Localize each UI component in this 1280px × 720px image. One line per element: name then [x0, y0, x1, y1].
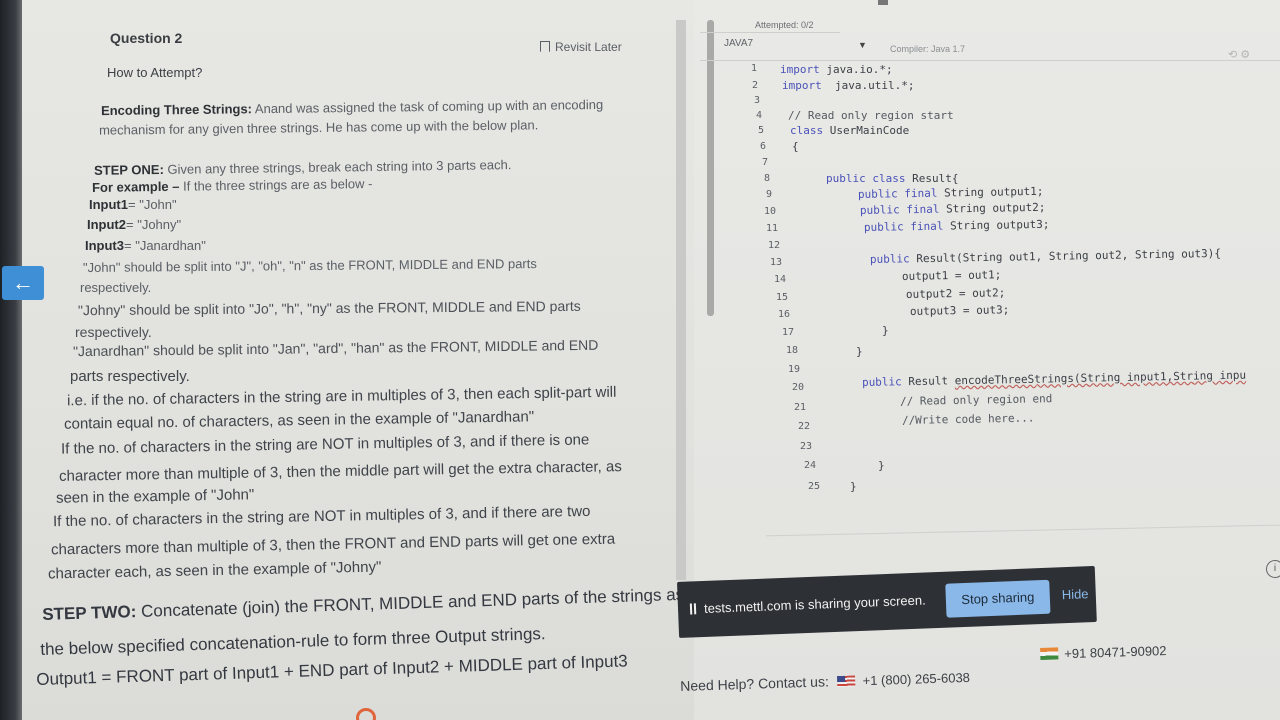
step-one-label: STEP ONE: — [93, 161, 164, 178]
problem-heading-bold: Encoding Three Strings: — [100, 101, 253, 119]
how-to-attempt-link[interactable]: How to Attempt? — [107, 65, 202, 80]
line-number: 3 — [753, 95, 760, 106]
chevron-down-icon[interactable]: ▼ — [858, 40, 867, 50]
line-number: 12 — [767, 240, 780, 251]
code-line: } — [856, 345, 863, 358]
hide-button[interactable]: Hide — [1061, 586, 1088, 602]
panel-divider[interactable] — [676, 20, 686, 580]
input3-value: = "Janardhan" — [124, 238, 206, 253]
code-line: //Write code here... — [901, 411, 1035, 427]
explanation-line: parts respectively. — [70, 368, 190, 385]
line-number: 18 — [785, 345, 798, 356]
code-line: } — [878, 459, 885, 472]
us-flag-icon — [836, 675, 855, 688]
line-number: 13 — [769, 257, 782, 268]
top-indicator — [878, 0, 888, 5]
line-number: 22 — [797, 421, 810, 432]
input3-label: Input3 — [85, 238, 124, 253]
line-number: 25 — [807, 481, 820, 492]
arrow-left-icon: ← — [12, 270, 34, 295]
line-number: 23 — [799, 441, 812, 452]
explanation-line: respectively. — [75, 324, 152, 340]
toolbar-divider — [700, 60, 1280, 61]
line-number: 20 — [791, 382, 804, 393]
info-icon[interactable]: i — [1266, 560, 1280, 578]
revisit-later-button[interactable]: Revisit Later — [540, 40, 622, 54]
line-number: 15 — [775, 292, 788, 303]
stop-sharing-button[interactable]: Stop sharing — [945, 579, 1051, 618]
compiler-label: Compiler: Java 1.7 — [890, 44, 966, 54]
code-line: output2 = out2; — [905, 286, 1006, 301]
example-label: For example – — [91, 178, 180, 195]
input1-label: Input1 — [89, 197, 128, 212]
code-line: public class Result{ — [826, 172, 959, 185]
revisit-later-label: Revisit Later — [555, 40, 622, 54]
line-number: 7 — [761, 157, 768, 168]
share-message: tests.mettl.com is sharing your screen. — [689, 592, 926, 616]
code-line: { — [792, 140, 799, 153]
input1-value: = "John" — [128, 197, 177, 212]
line-number: 21 — [793, 402, 806, 413]
pause-icon — [689, 603, 697, 615]
example-text: If the three strings are as below - — [179, 176, 373, 194]
screen-bezel — [0, 0, 22, 720]
india-phone[interactable]: +91 80471-90902 — [1064, 643, 1167, 661]
line-number: 24 — [803, 460, 816, 471]
language-select[interactable]: JAVA7 — [724, 38, 753, 49]
question-scrollbar[interactable] — [707, 20, 714, 316]
line-number: 11 — [765, 223, 778, 234]
input2-value: = "Johny" — [126, 217, 182, 232]
back-button[interactable]: ← — [2, 266, 44, 300]
india-flag-icon — [1040, 647, 1059, 660]
line-number: 4 — [755, 110, 762, 121]
input2-line: Input2= "Johny" — [87, 217, 181, 232]
line-number: 16 — [777, 309, 790, 320]
line-number: 8 — [763, 173, 770, 184]
code-line: class UserMainCode — [790, 124, 910, 137]
line-number: 2 — [751, 80, 758, 91]
share-message-text: tests.mettl.com is sharing your screen. — [703, 592, 926, 616]
code-line: } — [850, 480, 857, 493]
line-number: 17 — [781, 327, 794, 338]
header-divider — [700, 32, 840, 33]
line-number: 14 — [773, 274, 786, 285]
line-number: 6 — [759, 141, 766, 152]
line-number: 1 — [750, 63, 757, 74]
line-number: 10 — [763, 206, 776, 217]
code-line: output3 = out3; — [909, 303, 1010, 318]
code-line: } — [882, 324, 889, 337]
line-number: 19 — [787, 364, 800, 375]
line-number: 9 — [765, 189, 772, 200]
line-number: 5 — [757, 125, 764, 136]
question-title: Question 2 — [110, 30, 183, 46]
step-two-label: STEP TWO: — [42, 602, 137, 624]
code-line: // Read only region start — [788, 109, 954, 122]
attempted-counter: Attempted: 0/2 — [755, 20, 814, 30]
input3-line: Input3= "Janardhan" — [85, 238, 206, 253]
explanation-line: seen in the example of "John" — [55, 486, 255, 507]
explanation-line: respectively. — [80, 280, 152, 295]
code-line: output1 = out1; — [901, 268, 1002, 283]
code-line: import java.io.*; — [780, 63, 893, 76]
code-line: import java.util.*; — [782, 79, 915, 92]
bookmark-icon — [540, 41, 550, 52]
input2-label: Input2 — [87, 217, 126, 232]
input1-line: Input1= "John" — [89, 197, 177, 212]
